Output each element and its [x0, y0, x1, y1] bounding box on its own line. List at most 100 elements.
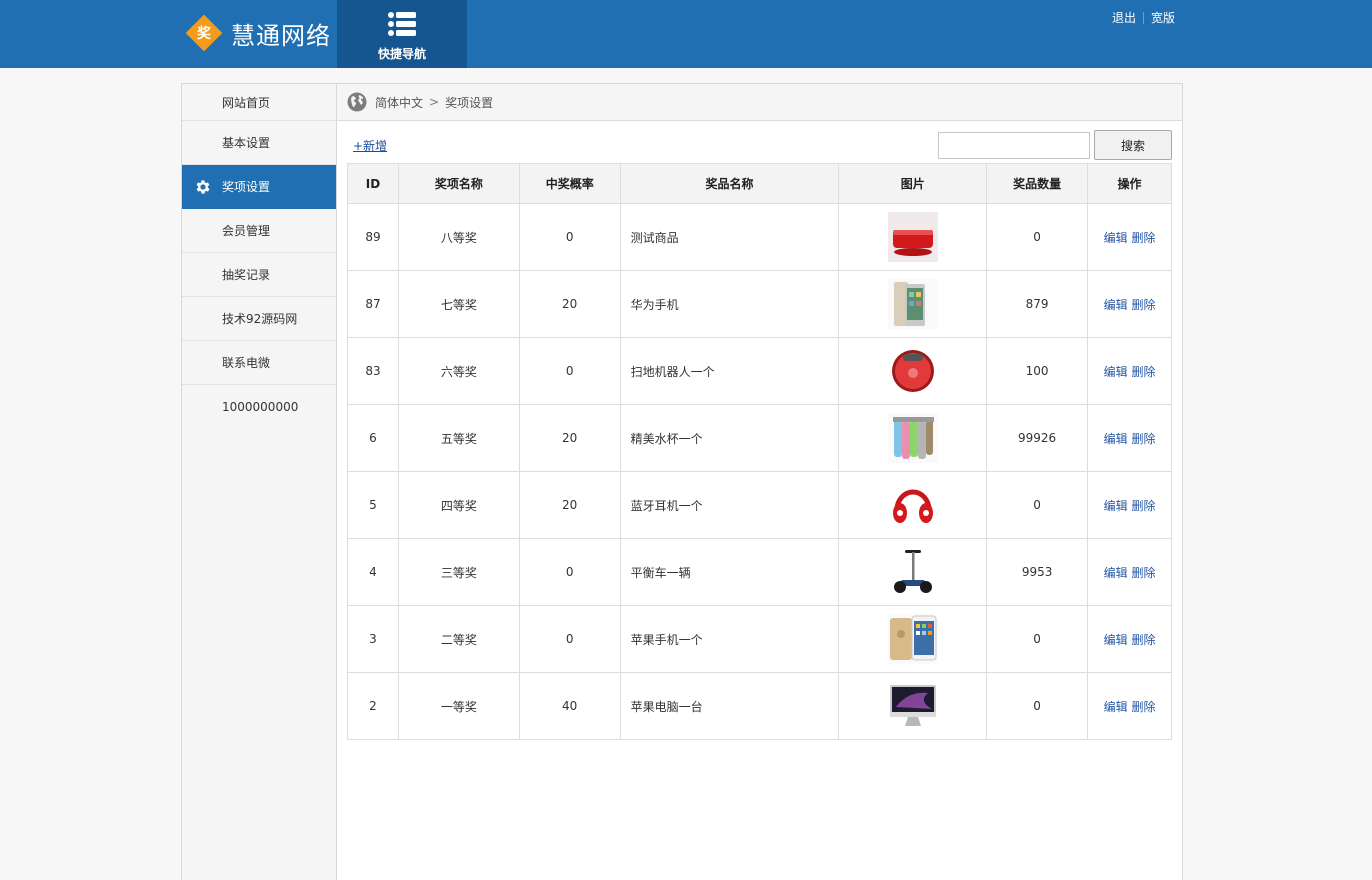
logo-mark: 奖 [197, 26, 211, 42]
table-row: 4 三等奖 0 平衡车一辆 9953 编辑 删除 [347, 538, 1172, 606]
quick-nav-button[interactable]: 快捷导航 [337, 0, 467, 68]
cell-level: 五等奖 [397, 404, 520, 472]
cell-prize-name: 苹果电脑一台 [619, 672, 840, 740]
cell-image [838, 337, 988, 405]
delete-link[interactable]: 删除 [1131, 298, 1155, 312]
cell-id: 89 [347, 203, 399, 271]
delete-link[interactable]: 删除 [1131, 633, 1155, 647]
cell-level: 二等奖 [397, 605, 520, 673]
edit-link[interactable]: 编辑 [1104, 298, 1128, 312]
cell-image [838, 471, 988, 539]
delete-link[interactable]: 删除 [1131, 365, 1155, 379]
sidebar-item-label: 联系电微 [222, 356, 271, 370]
cell-actions: 编辑 删除 [1087, 471, 1172, 539]
add-new-link[interactable]: +新增 [353, 137, 387, 154]
cell-id: 6 [347, 404, 399, 472]
logo-diamond-icon: 奖 [185, 14, 223, 52]
breadcrumb-item[interactable]: 简体中文 [375, 94, 423, 111]
search-input[interactable] [938, 132, 1090, 159]
delete-link[interactable]: 删除 [1131, 432, 1155, 446]
cell-level: 三等奖 [397, 538, 520, 606]
sidebar-item-draw-records[interactable]: 抽奖记录 [182, 253, 336, 297]
robot-vacuum-image [891, 350, 934, 392]
cell-image [838, 404, 988, 472]
cell-level: 八等奖 [397, 203, 520, 271]
sidebar-item-source-site[interactable]: 技术92源码网 [182, 297, 336, 341]
sidebar-item-label: 奖项设置 [222, 180, 271, 194]
cell-actions: 编辑 删除 [1087, 270, 1172, 338]
cell-probability: 0 [518, 538, 621, 606]
cell-quantity: 0 [986, 203, 1089, 271]
wide-layout-link[interactable]: 宽版 [1151, 9, 1175, 26]
sidebar-item-prize-settings[interactable]: 奖项设置 [182, 165, 336, 209]
cell-quantity: 100 [986, 337, 1089, 405]
column-header-prize-name: 奖品名称 [619, 163, 840, 204]
link-divider [1143, 11, 1145, 24]
edit-link[interactable]: 编辑 [1104, 499, 1128, 513]
cell-level: 六等奖 [397, 337, 520, 405]
cell-image [838, 538, 988, 606]
imac-image [889, 685, 936, 726]
top-links: 退出 宽版 [1112, 9, 1175, 26]
cell-prize-name: 扫地机器人一个 [619, 337, 840, 405]
cell-actions: 编辑 删除 [1087, 337, 1172, 405]
breadcrumb-current: 奖项设置 [445, 95, 494, 110]
sidebar-item-contact[interactable]: 联系电微 [182, 341, 336, 385]
edit-link[interactable]: 编辑 [1104, 432, 1128, 446]
delete-link[interactable]: 删除 [1131, 566, 1155, 580]
delete-link[interactable]: 删除 [1131, 499, 1155, 513]
sidebar-item-label: 技术92源码网 [222, 312, 298, 326]
cell-probability: 20 [518, 270, 621, 338]
column-header-probability: 中奖概率 [518, 163, 621, 204]
cell-image [838, 203, 988, 271]
cell-quantity: 99926 [986, 404, 1089, 472]
cell-quantity: 879 [986, 270, 1089, 338]
column-header-level: 奖项名称 [397, 163, 520, 204]
search-button[interactable]: 搜索 [1094, 130, 1172, 160]
table-header-row: ID 奖项名称 中奖概率 奖品名称 图片 奖品数量 操作 [347, 163, 1172, 204]
table-row: 6 五等奖 20 精美水杯一个 99926 编辑 删除 [347, 404, 1172, 472]
cell-probability: 20 [518, 404, 621, 472]
breadcrumb-separator: > [429, 95, 440, 109]
iphone-image [887, 614, 938, 664]
table-row: 5 四等奖 20 蓝牙耳机一个 0 编辑 删除 [347, 471, 1172, 539]
logout-link[interactable]: 退出 [1112, 9, 1136, 26]
cell-image [838, 270, 988, 338]
sidebar-item-basic-settings[interactable]: 基本设置 [182, 121, 336, 165]
edit-link[interactable]: 编辑 [1104, 365, 1128, 379]
cell-probability: 40 [518, 672, 621, 740]
cell-quantity: 9953 [986, 538, 1089, 606]
cell-id: 83 [347, 337, 399, 405]
water-cups-image [887, 413, 938, 463]
sidebar-item-members[interactable]: 会员管理 [182, 209, 336, 253]
sidebar-item-label: 1000000000 [222, 400, 299, 414]
edit-link[interactable]: 编辑 [1104, 700, 1128, 714]
cell-level: 四等奖 [397, 471, 520, 539]
cell-id: 2 [347, 672, 399, 740]
cell-prize-name: 苹果手机一个 [619, 605, 840, 673]
delete-link[interactable]: 删除 [1131, 231, 1155, 245]
cell-actions: 编辑 删除 [1087, 605, 1172, 673]
cell-actions: 编辑 删除 [1087, 404, 1172, 472]
cell-actions: 编辑 删除 [1087, 538, 1172, 606]
balance-scooter-image [893, 550, 932, 593]
prize-table: ID 奖项名称 中奖概率 奖品名称 图片 奖品数量 操作 89 八等奖 0 测试… [347, 163, 1172, 740]
cell-quantity: 0 [986, 605, 1089, 673]
red-box-image [887, 212, 938, 262]
cell-prize-name: 华为手机 [619, 270, 840, 338]
cell-prize-name: 平衡车一辆 [619, 538, 840, 606]
sidebar-item-home[interactable]: 网站首页 [182, 84, 336, 121]
edit-link[interactable]: 编辑 [1104, 566, 1128, 580]
table-row: 3 二等奖 0 苹果手机一个 0 编辑 删除 [347, 605, 1172, 673]
breadcrumb: 简体中文 > 奖项设置 [337, 84, 1182, 121]
delete-link[interactable]: 删除 [1131, 700, 1155, 714]
sidebar-item-number[interactable]: 1000000000 [182, 385, 336, 429]
main-frame: 网站首页 基本设置 奖项设置 会员管理 抽奖记录 技术92源码网 联系电微 10… [181, 83, 1183, 880]
cell-probability: 0 [518, 203, 621, 271]
logo[interactable]: 奖 慧通网络 [185, 13, 331, 53]
cell-level: 七等奖 [397, 270, 520, 338]
cell-actions: 编辑 删除 [1087, 672, 1172, 740]
edit-link[interactable]: 编辑 [1104, 231, 1128, 245]
edit-link[interactable]: 编辑 [1104, 633, 1128, 647]
sidebar-item-label: 会员管理 [222, 224, 271, 238]
